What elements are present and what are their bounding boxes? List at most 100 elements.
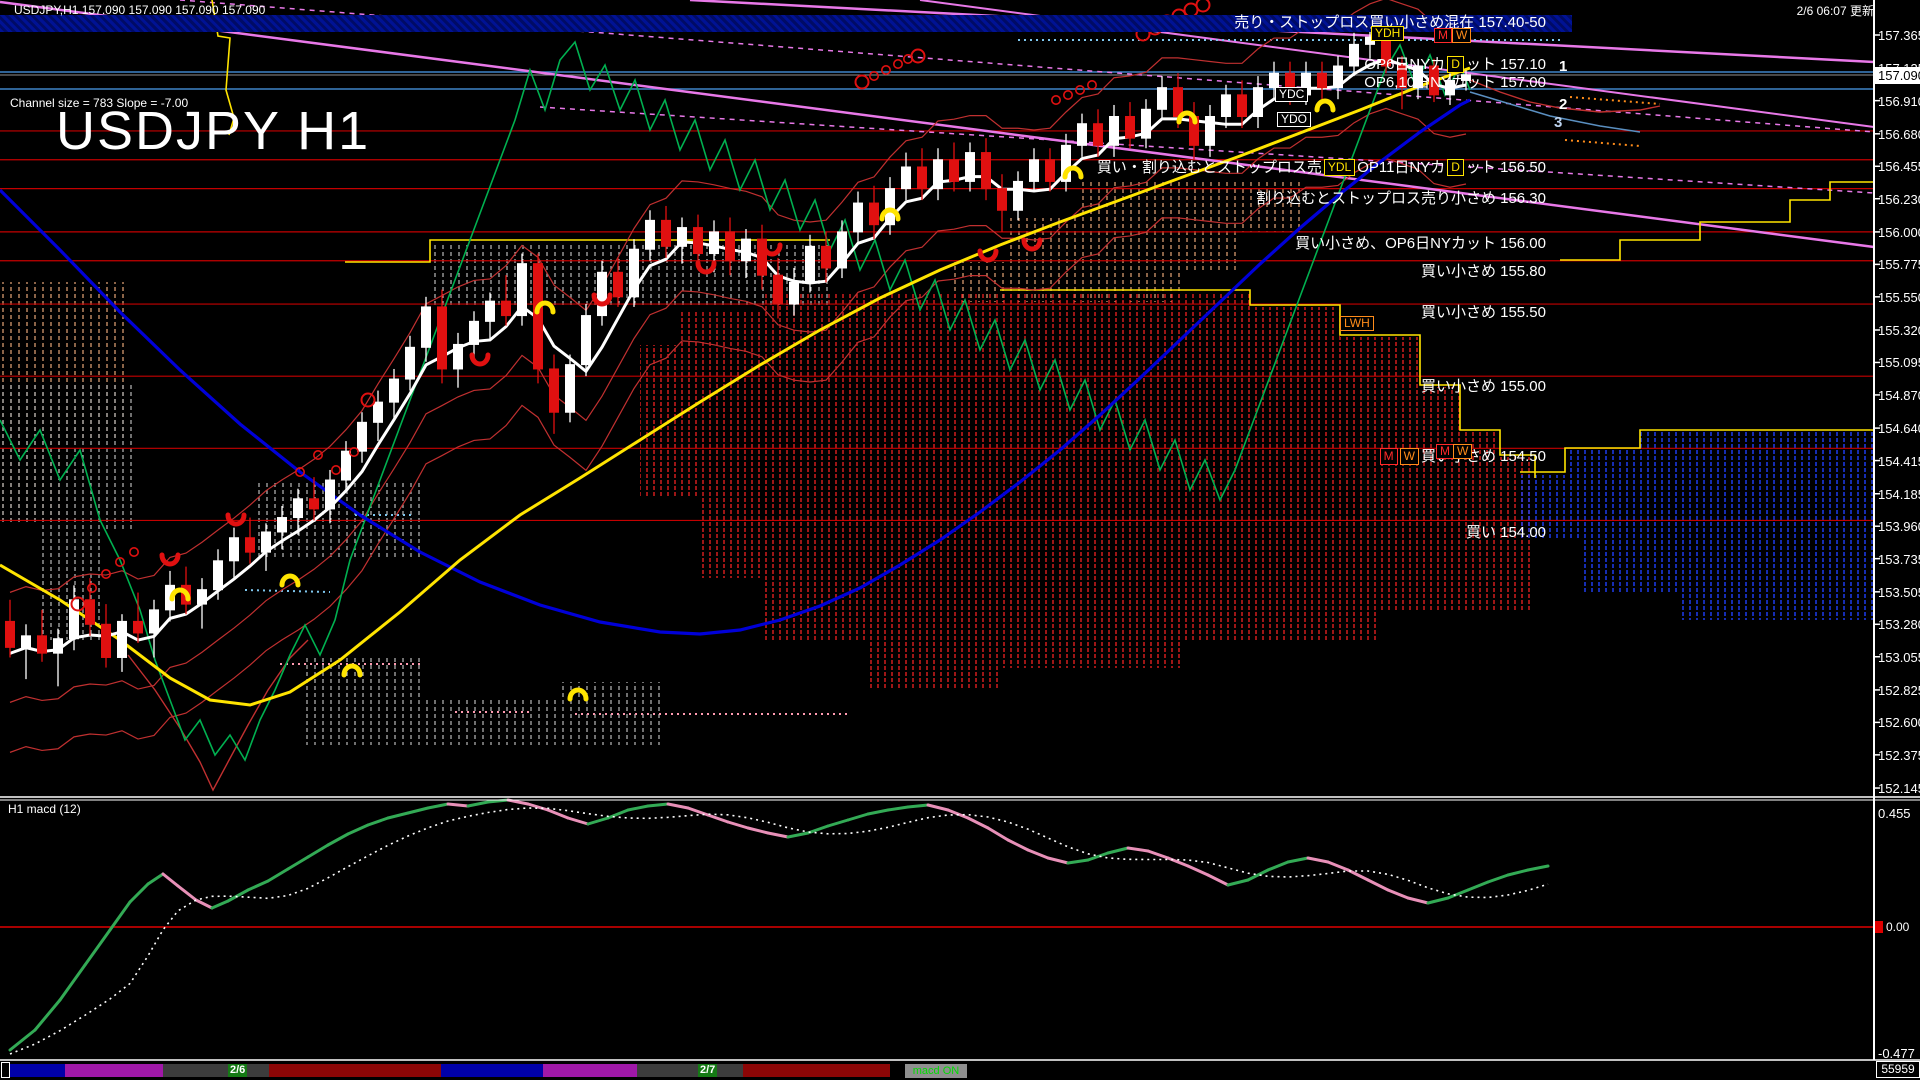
annotation-text: 買い小さめ 155.50 (1421, 305, 1546, 320)
macd-line-segment (1108, 848, 1128, 853)
candle-body (854, 203, 863, 232)
macd-line-segment (1088, 853, 1108, 860)
candle-body (518, 264, 527, 316)
price-tick-label: 154.870 (1878, 388, 1920, 403)
annotation-text: OP11日NYカ (1357, 160, 1445, 175)
macd-toggle-button[interactable]: macd ON (905, 1064, 967, 1078)
chain-dot-icon (1076, 86, 1084, 94)
order-annotation: OP6,10日NYカット 157.00 (1364, 75, 1546, 90)
macd-line-segment (568, 818, 588, 824)
candle-body (1014, 181, 1023, 210)
price-tick-label: 153.735 (1878, 552, 1920, 567)
chain-dot-icon (882, 66, 890, 74)
price-tick-label: 154.640 (1878, 421, 1920, 436)
candle-body (486, 301, 495, 321)
annotation-text: 買い・割り込むとストップロス売 (1097, 160, 1322, 175)
macd-line-segment (688, 808, 708, 815)
inline-label-box: M (1380, 448, 1398, 465)
candle-body (966, 153, 975, 182)
sell-signal-icon (472, 355, 488, 364)
label-box-m: M (1434, 28, 1452, 43)
count-marker-1: 1 (1559, 58, 1567, 75)
chain-dot-icon (1064, 91, 1072, 99)
tick-counter: 55959 (1876, 1061, 1920, 1078)
macd-line-segment (628, 806, 648, 810)
candle-body (886, 189, 895, 225)
macd-line-segment (268, 869, 288, 881)
candle-body (118, 621, 127, 657)
candle-body (614, 272, 623, 297)
candle-body (1046, 160, 1055, 182)
price-tick-label: 156.910 (1878, 94, 1920, 109)
label-box-ydc: YDC (1275, 87, 1308, 102)
candle-body (1350, 44, 1359, 66)
macd-line-segment (60, 965, 85, 1000)
candle-body (470, 321, 479, 344)
inline-label-box: YDL (1324, 159, 1355, 176)
inline-label-box: W (1400, 448, 1419, 465)
macd-line-segment (110, 902, 130, 930)
chart-canvas[interactable] (0, 0, 1920, 1080)
count-marker-3: 3 (1554, 114, 1562, 131)
macd-line-segment (1068, 860, 1088, 863)
macd-line-segment (908, 805, 928, 807)
ring-marker-icon (912, 50, 925, 63)
order-annotation: 買い小さめ 155.80 (1421, 264, 1546, 279)
macd-line-segment (1308, 858, 1328, 862)
timeline-date-label: 2/7 (698, 1064, 717, 1077)
candle-body (870, 203, 879, 225)
macd-line-segment (1468, 882, 1488, 890)
macd-line-segment (808, 826, 828, 833)
annotation-text: 買い小さめ、OP6日NYカット 156.00 (1295, 236, 1546, 251)
timeline-segment[interactable] (65, 1064, 163, 1077)
order-annotation: 買い小さめ、OP6日NYカット 156.00 (1295, 236, 1546, 251)
macd-line-segment (928, 805, 948, 810)
candle-body (1030, 160, 1039, 182)
macd-line-segment (368, 818, 388, 825)
candle-body (1254, 88, 1263, 117)
timeline-segment[interactable] (637, 1064, 743, 1077)
macd-line-segment (1028, 850, 1048, 858)
price-tick-label: 157.365 (1878, 28, 1920, 43)
scroll-anchor[interactable] (1, 1062, 10, 1078)
macd-line-segment (1388, 890, 1408, 898)
price-tick-label: 154.415 (1878, 454, 1920, 469)
chain-dot-icon (1088, 81, 1096, 89)
price-tick-label: 152.145 (1878, 781, 1920, 796)
order-annotation: 買い小さめ 155.50 (1421, 305, 1546, 320)
macd-line-segment (248, 881, 268, 890)
timeline-segment[interactable] (543, 1064, 637, 1077)
timeline-segment[interactable] (163, 1064, 269, 1077)
macd-line-segment (728, 822, 748, 828)
candle-body (1158, 88, 1167, 110)
macd-indicator (0, 800, 1874, 1054)
annotation-text: OP6,10日NYカット 157.00 (1364, 75, 1546, 90)
macd-line-segment (1448, 890, 1468, 898)
macd-line-segment (548, 810, 568, 818)
macd-line-segment (948, 810, 968, 818)
candle-body (534, 264, 543, 369)
timeline-date-label: 2/6 (228, 1064, 247, 1077)
update-timestamp: 2/6 06:07 更新 (1797, 2, 1874, 19)
macd-line-segment (348, 825, 368, 834)
macd-line-segment (1368, 880, 1388, 890)
macd-line-segment (448, 804, 468, 806)
macd-line-segment (748, 828, 768, 833)
candle-body (694, 228, 703, 254)
macd-line-segment (1288, 858, 1308, 862)
candle-body (566, 365, 575, 413)
candle-body (214, 561, 223, 590)
candle-body (630, 249, 639, 297)
price-tick-label: 152.825 (1878, 683, 1920, 698)
candle-body (678, 228, 687, 247)
timeline-segment[interactable] (9, 1064, 65, 1077)
timeline-segment[interactable] (441, 1064, 543, 1077)
candle-body (1126, 117, 1135, 139)
label-box-ydh: YDH (1371, 26, 1404, 41)
order-annotation: 買い・割り込むとストップロス売YDLOP11日NYカDット 156.50 (1097, 159, 1546, 176)
timeline-segment[interactable] (269, 1064, 441, 1077)
macd-line-segment (328, 834, 348, 845)
macd-signal-line (10, 808, 1548, 1054)
timeline-segment[interactable] (743, 1064, 890, 1077)
price-tick-label: 152.600 (1878, 715, 1920, 730)
